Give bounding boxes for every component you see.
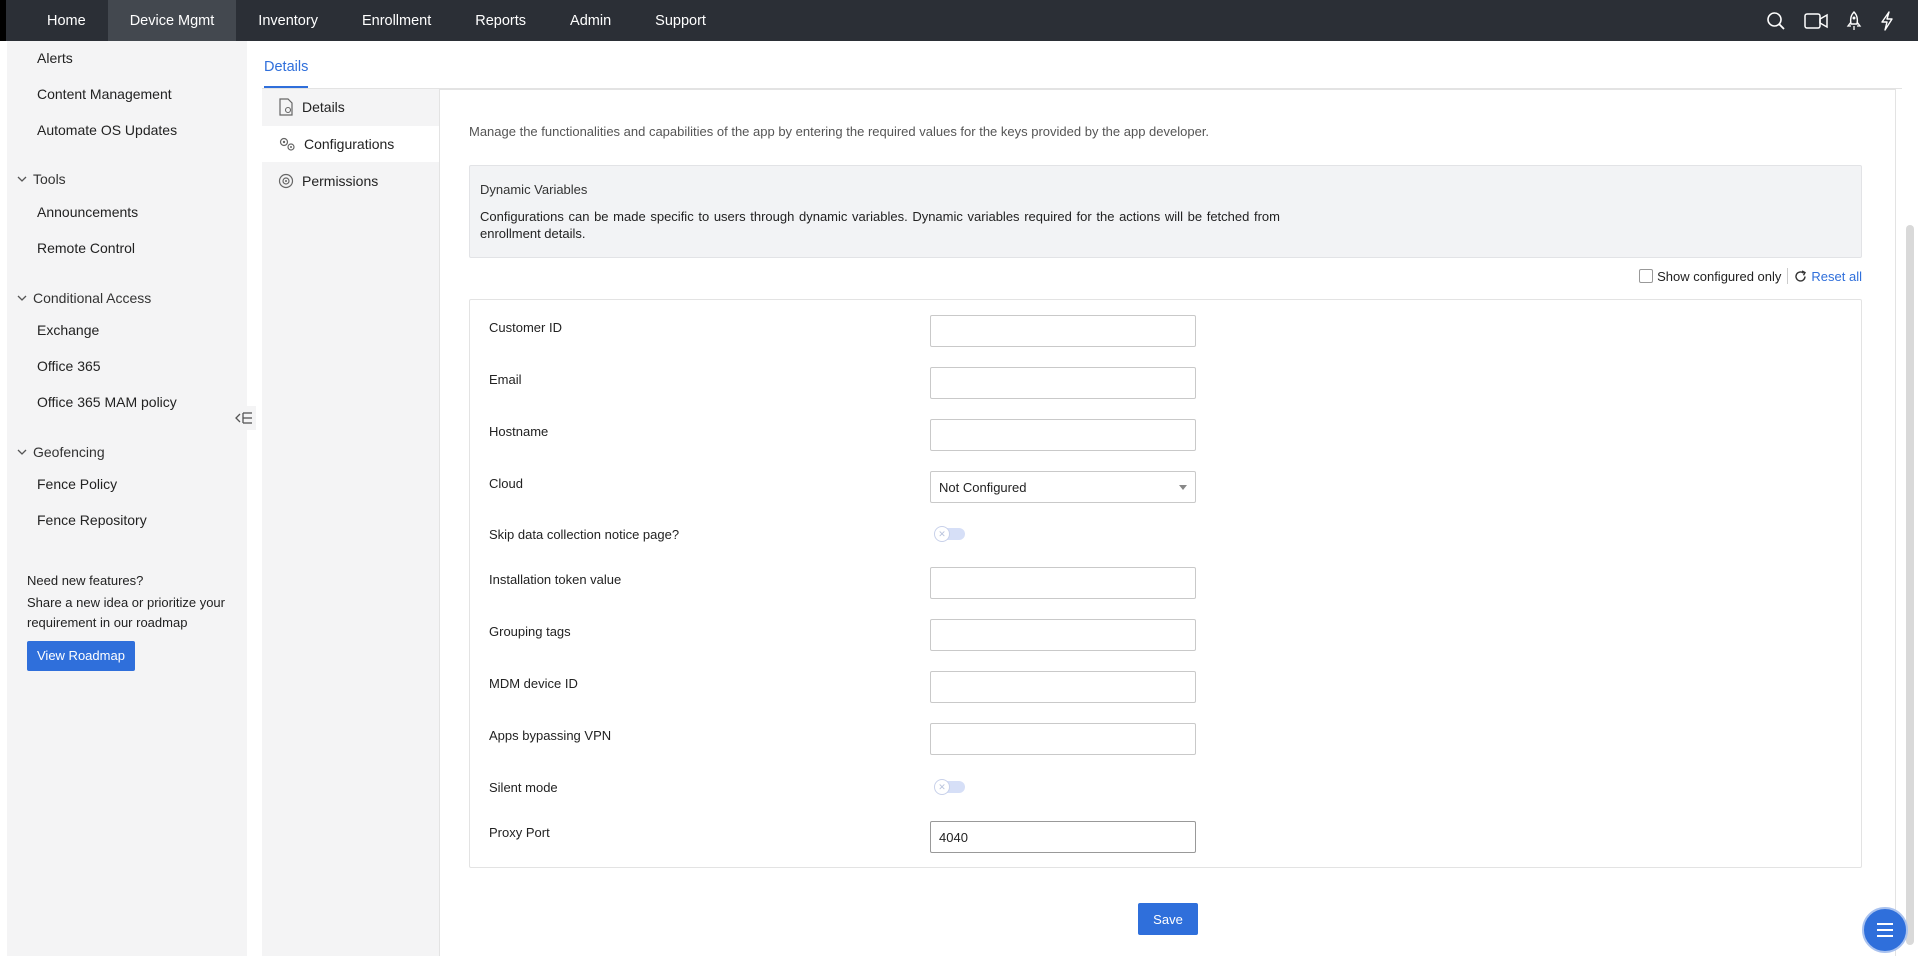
nav-home[interactable]: Home [25,0,108,41]
left-sidebar: Alerts Content Management Automate OS Up… [7,41,247,956]
sidebar-group-geofencing[interactable]: Geofencing [17,444,105,460]
nav-enrollment[interactable]: Enrollment [340,0,453,41]
customer-id-input[interactable] [930,315,1196,347]
sidebar-group-tools[interactable]: Tools [17,171,66,187]
gears-icon [279,137,295,151]
sidebar-group-label: Tools [33,171,66,187]
content-header: Details [262,41,1902,89]
top-icons [1766,0,1894,41]
sidebar-item-announcements[interactable]: Announcements [37,204,138,220]
divider [1787,268,1789,284]
inner-nav-label: Permissions [302,173,379,189]
field-label-silent-mode: Silent mode [489,780,558,795]
field-label-mdm-device-id: MDM device ID [489,676,578,691]
sidebar-item-exchange[interactable]: Exchange [37,322,99,338]
mdm-device-id-input[interactable] [930,671,1196,703]
inner-nav-permissions[interactable]: Permissions [262,163,439,199]
cloud-select[interactable]: Not Configured [930,471,1196,503]
reset-all-button[interactable]: Reset all [1794,269,1862,284]
apps-bypassing-vpn-input[interactable] [930,723,1196,755]
field-label-installation-token: Installation token value [489,572,622,587]
menu-icon [1877,923,1893,937]
inner-nav-label: Details [302,99,345,115]
help-menu-button[interactable] [1862,907,1908,953]
inner-nav-configurations[interactable]: Configurations [262,126,439,162]
video-icon[interactable] [1804,12,1828,30]
field-label-proxy-port: Proxy Port [489,825,550,840]
sidebar-item-alerts[interactable]: Alerts [37,50,73,66]
field-label-customer-id: Customer ID [489,320,562,335]
dynamic-variables-box: Dynamic Variables Configurations can be … [469,165,1862,258]
chevron-down-icon [17,295,27,301]
field-label-apps-bypassing-vpn: Apps bypassing VPN [489,728,612,743]
field-label-grouping-tags: Grouping tags [489,624,571,639]
rocket-icon[interactable] [1846,10,1862,31]
view-roadmap-button[interactable]: View Roadmap [27,641,135,671]
show-configured-label: Show configured only [1657,268,1782,284]
sidebar-item-fence-repository[interactable]: Fence Repository [37,512,147,528]
search-icon[interactable] [1766,11,1786,31]
field-label-hostname: Hostname [489,424,549,439]
sidebar-item-fence-policy[interactable]: Fence Policy [37,476,117,492]
nav-reports[interactable]: Reports [453,0,548,41]
dynamic-variables-text: Configurations can be made specific to u… [480,209,1280,241]
installation-token-input[interactable] [930,567,1196,599]
sidebar-group-label: Geofencing [33,444,105,460]
sidebar-item-automate-os-updates[interactable]: Automate OS Updates [37,122,177,138]
silent-mode-toggle[interactable]: ✕ [934,779,965,795]
toggle-off-icon: ✕ [934,526,950,542]
top-navigation-bar: Home Device Mgmt Inventory Enrollment Re… [0,0,1918,41]
dynamic-variables-title: Dynamic Variables [480,182,588,197]
nav-inventory[interactable]: Inventory [236,0,340,41]
filter-row: Show configured only Reset all [1639,268,1862,284]
refresh-icon [1795,269,1807,282]
cloud-select-value: Not Configured [939,479,1027,495]
chevron-down-icon [17,176,27,182]
chevron-down-icon [17,449,27,455]
field-label-skip-data-collection: Skip data collection notice page? [489,527,680,542]
reset-all-label: Reset all [1811,268,1862,284]
email-input[interactable] [930,367,1196,399]
lightning-icon[interactable] [1880,10,1894,31]
intro-text: Manage the functionalities and capabilit… [469,124,1210,139]
page-scrollbar[interactable] [1906,225,1914,945]
inner-nav: Details Configurations Permissions [262,89,439,956]
roadmap-promo: Need new features? Share a new idea or p… [27,571,237,633]
main-nav: Home Device Mgmt Inventory Enrollment Re… [25,0,728,41]
shield-gear-icon [278,173,294,189]
inner-nav-details[interactable]: Details [262,89,439,125]
chevron-down-icon [1179,484,1187,490]
app-switcher-edge [0,0,6,41]
toggle-off-icon: ✕ [934,779,950,795]
sidebar-item-content-management[interactable]: Content Management [37,86,172,102]
nav-device-mgmt[interactable]: Device Mgmt [107,0,237,41]
save-button[interactable]: Save [1138,903,1198,935]
promo-heading: Need new features? [27,573,144,588]
promo-text: Share a new idea or prioritize your requ… [27,595,225,630]
nav-admin[interactable]: Admin [548,0,633,41]
grouping-tags-input[interactable] [930,619,1196,651]
document-icon [279,98,293,116]
proxy-port-input[interactable]: 4040 [930,821,1196,853]
sidebar-item-office-365[interactable]: Office 365 [37,358,101,374]
nav-support[interactable]: Support [633,0,728,41]
tab-details[interactable]: Details [264,59,309,88]
inner-nav-label: Configurations [304,136,395,152]
field-label-email: Email [489,372,522,387]
show-configured-checkbox[interactable] [1639,269,1654,283]
field-label-cloud: Cloud [489,476,523,491]
sidebar-group-conditional-access[interactable]: Conditional Access [17,290,151,306]
collapse-sidebar-icon[interactable] [232,406,256,430]
sidebar-item-office-365-mam-policy[interactable]: Office 365 MAM policy [37,394,177,410]
skip-data-collection-toggle[interactable]: ✕ [934,526,965,542]
hostname-input[interactable] [930,419,1196,451]
sidebar-item-remote-control[interactable]: Remote Control [37,240,135,256]
sidebar-group-label: Conditional Access [33,290,152,306]
